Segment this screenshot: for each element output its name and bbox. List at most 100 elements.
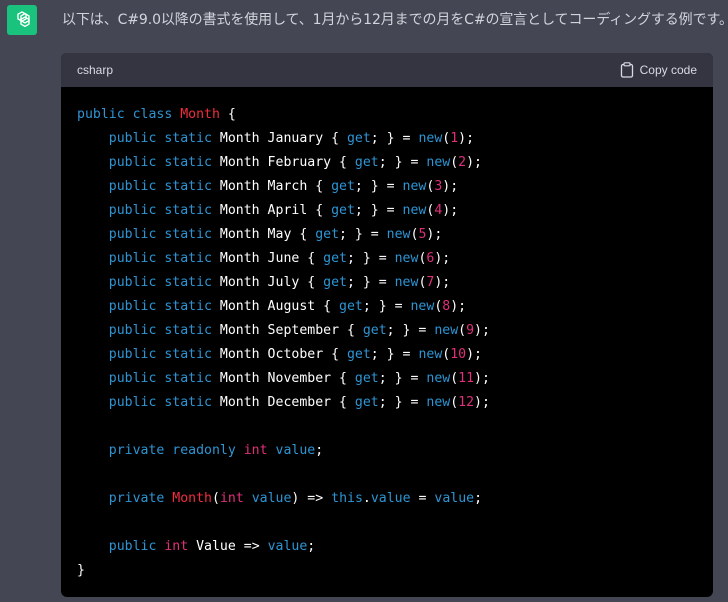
code-token: Month September {	[219, 323, 363, 338]
code-token: public static	[77, 275, 220, 290]
assistant-message-text: 以下は、C#9.0以降の書式を使用して、1月から12月までの月をC#の宣言として…	[62, 12, 724, 28]
code-token: private readonly	[77, 443, 244, 458]
code-line: public static Month April { get; } = new…	[77, 199, 713, 223]
code-token: get	[323, 251, 347, 266]
code-token: public static	[77, 131, 220, 146]
code-token: Month November {	[219, 371, 355, 386]
code-token: Month	[180, 107, 220, 122]
code-token: );	[474, 395, 490, 410]
code-token: ;	[474, 491, 483, 506]
code-token: public static	[77, 251, 220, 266]
code-token: new	[402, 179, 427, 194]
code-token: );	[466, 347, 482, 362]
code-token: Month February {	[219, 155, 355, 170]
code-token: new	[394, 251, 419, 266]
code-token: );	[426, 227, 443, 242]
code-token: ; } =	[378, 371, 427, 386]
code-token: get	[315, 227, 340, 242]
code-token: );	[434, 275, 451, 290]
code-token: ; } =	[370, 131, 419, 146]
code-line: }	[77, 559, 713, 583]
code-token: );	[442, 203, 459, 218]
code-token: 1	[450, 131, 459, 146]
code-token: =	[410, 491, 435, 506]
code-token: get	[354, 395, 379, 410]
code-token: value	[251, 491, 292, 506]
code-token: value	[434, 491, 475, 506]
code-token: new	[434, 323, 459, 338]
code-token: new	[410, 299, 435, 314]
code-token: .	[362, 491, 371, 506]
code-token: ) =>	[291, 491, 332, 506]
copy-code-label: Copy code	[639, 63, 697, 77]
code-token: value	[275, 443, 316, 458]
code-token: this	[331, 491, 363, 506]
code-token: public static	[77, 299, 220, 314]
code-token: 12	[458, 395, 475, 410]
code-token: (	[458, 323, 467, 338]
code-token: );	[458, 131, 475, 146]
code-token: Month December {	[219, 395, 355, 410]
code-token: ; } =	[354, 203, 403, 218]
assistant-avatar	[7, 5, 37, 35]
code-token: (	[211, 491, 220, 506]
code-content: public class Month { public static Month…	[61, 87, 713, 583]
code-token: ; } =	[378, 155, 427, 170]
code-token: (	[450, 395, 459, 410]
code-token: public class	[77, 107, 181, 122]
code-token: int	[164, 539, 189, 554]
code-token: Month	[172, 491, 212, 506]
code-token: ; } =	[378, 395, 427, 410]
code-line: public class Month {	[77, 103, 713, 127]
code-token: );	[442, 179, 459, 194]
code-token: 11	[458, 371, 475, 386]
code-token: get	[331, 179, 355, 194]
code-token: Month January {	[219, 131, 347, 146]
code-token: new	[426, 371, 451, 386]
code-token: 10	[450, 347, 467, 362]
code-token: new	[394, 275, 419, 290]
code-token: 2	[458, 155, 467, 170]
code-token: Month May {	[219, 227, 316, 242]
chat-page: 以下は、C#9.0以降の書式を使用して、1月から12月までの月をC#の宣言として…	[0, 0, 728, 602]
code-token: public static	[77, 395, 220, 410]
code-token: value	[267, 539, 308, 554]
code-token: ; } =	[354, 179, 403, 194]
code-line: private readonly int value;	[77, 439, 713, 463]
code-token: new	[386, 227, 411, 242]
code-token: ; } =	[346, 251, 395, 266]
code-token: (	[450, 155, 459, 170]
code-line: public static Month June { get; } = new(…	[77, 247, 713, 271]
code-token: get	[346, 347, 371, 362]
code-line: public int Value => value;	[77, 535, 713, 559]
code-token: public static	[77, 371, 220, 386]
code-token: public static	[77, 155, 220, 170]
code-token: get	[362, 323, 387, 338]
code-token: public static	[77, 323, 220, 338]
code-token: get	[339, 299, 363, 314]
copy-code-button[interactable]: Copy code	[620, 62, 697, 78]
code-token: 9	[466, 323, 475, 338]
code-token: ; } =	[386, 323, 435, 338]
code-token: private	[77, 491, 173, 506]
code-token: Month October {	[219, 347, 347, 362]
code-token: new	[418, 347, 443, 362]
code-block-header: csharp Copy code	[61, 53, 713, 87]
openai-logo-icon	[17, 11, 30, 28]
code-token: );	[466, 155, 482, 170]
code-token: {	[219, 107, 236, 122]
code-token: public static	[77, 203, 220, 218]
code-line: public static Month July { get; } = new(…	[77, 271, 713, 295]
code-token: );	[474, 371, 490, 386]
code-line: public static Month March { get; } = new…	[77, 175, 713, 199]
code-token: value	[370, 491, 411, 506]
code-line: public static Month May { get; } = new(5…	[77, 223, 713, 247]
code-token: Month April {	[219, 203, 332, 218]
code-token: int	[243, 443, 268, 458]
code-token: public	[77, 539, 165, 554]
code-token: public static	[77, 347, 220, 362]
